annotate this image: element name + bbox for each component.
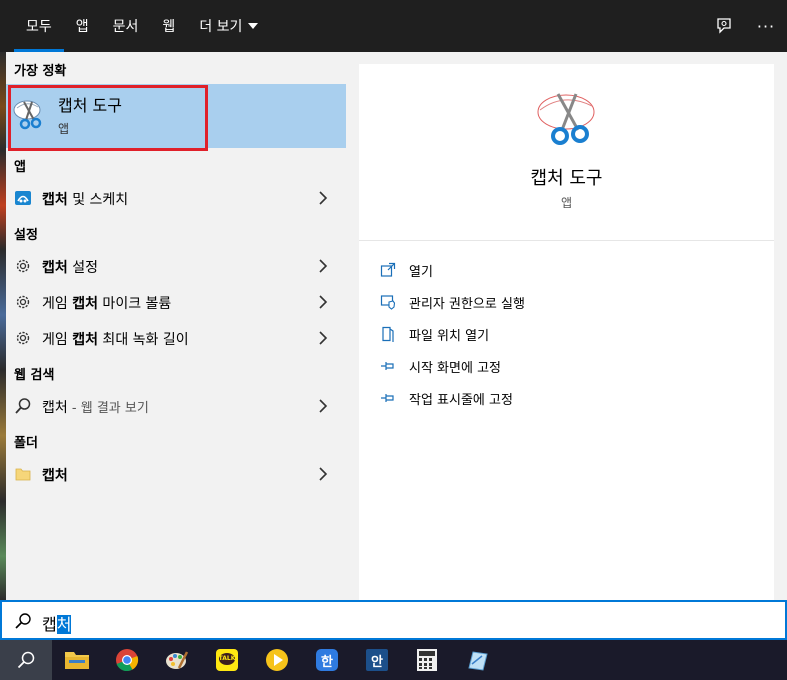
pin-icon: [379, 389, 397, 407]
search-box[interactable]: 캡처: [0, 600, 787, 640]
file-explorer-icon[interactable]: [52, 640, 102, 680]
taskbar: TALK 한 안: [0, 640, 787, 680]
snipping-tool-taskbar-icon[interactable]: [452, 640, 502, 680]
search-text-selected: 처: [56, 615, 72, 634]
list-item-label: 캡처 - 웹 결과 보기: [42, 400, 149, 416]
section-settings: 설정: [14, 228, 38, 243]
calculator-icon[interactable]: [402, 640, 452, 680]
action-pin-to-taskbar[interactable]: 작업 표시줄에 고정: [379, 386, 513, 410]
folder-icon: [14, 465, 32, 483]
list-item-label: 게임 캡처 마이크 볼륨: [42, 296, 172, 312]
tab-documents[interactable]: 문서: [101, 0, 151, 52]
list-item[interactable]: 캡처 및 스케치: [6, 180, 346, 216]
list-item-label: 캡처 설정: [42, 260, 98, 276]
snipping-tool-icon: [537, 93, 595, 145]
hangul-alt-icon[interactable]: 안: [352, 640, 402, 680]
action-run-as-admin[interactable]: 관리자 권한으로 실행: [379, 290, 525, 314]
kakaotalk-icon[interactable]: TALK: [202, 640, 252, 680]
preview-title: 캡처 도구: [530, 168, 603, 189]
preview-subtitle: 앱: [560, 196, 573, 210]
snip-sketch-icon: [14, 189, 32, 207]
section-folders: 폴더: [14, 436, 38, 451]
run-as-admin-icon: [379, 293, 397, 311]
filter-tabs: 모두 앱 문서 웹 더 보기: [14, 0, 270, 52]
best-match-subtitle: 앱: [58, 122, 70, 136]
search-icon: [15, 613, 31, 629]
list-item-label: 캡처: [42, 468, 68, 484]
snipping-tool-icon: [13, 100, 42, 130]
tab-all[interactable]: 모두: [14, 0, 64, 52]
tab-label: 문서: [112, 19, 139, 35]
chevron-down-icon: [248, 23, 259, 29]
action-label: 파일 위치 열기: [409, 328, 490, 344]
list-item[interactable]: 게임 캡처 마이크 볼륨: [6, 284, 346, 320]
hangul-label: 한: [321, 655, 333, 670]
open-icon: [379, 261, 397, 279]
section-web-search: 웹 검색: [14, 368, 55, 383]
action-open[interactable]: 열기: [379, 258, 433, 282]
search-icon: [14, 397, 32, 415]
media-player-icon[interactable]: [252, 640, 302, 680]
best-match-title: 캡처 도구: [58, 96, 122, 115]
pin-icon: [379, 357, 397, 375]
section-best-match: 가장 정확: [14, 64, 67, 79]
more-options-icon[interactable]: ···: [745, 0, 787, 52]
chevron-right-icon: [319, 191, 328, 205]
chevron-right-icon: [319, 295, 328, 309]
action-open-file-location[interactable]: 파일 위치 열기: [379, 322, 489, 346]
kakaotalk-label: TALK: [218, 655, 236, 662]
top-actions: ···: [703, 0, 787, 52]
action-label: 작업 표시줄에 고정: [409, 392, 513, 408]
list-item-label: 게임 캡처 최대 녹화 길이: [42, 332, 189, 348]
action-label: 관리자 권한으로 실행: [409, 296, 525, 312]
best-match-item[interactable]: 캡처 도구 앱: [6, 84, 346, 148]
list-item[interactable]: 캡처 설정: [6, 248, 346, 284]
chevron-right-icon: [319, 259, 328, 273]
section-apps: 앱: [14, 160, 26, 175]
paint-icon[interactable]: [152, 640, 202, 680]
action-label: 시작 화면에 고정: [409, 360, 501, 376]
list-item-label: 캡처 및 스케치: [42, 192, 129, 208]
search-filter-bar: 모두 앱 문서 웹 더 보기 ···: [0, 0, 787, 52]
search-input[interactable]: 캡처: [42, 611, 72, 635]
chevron-right-icon: [319, 467, 328, 481]
preview-panel: 캡처 도구 앱 열기 관리자 권한으로 실행 파일 위치 열기 시작 화면에 고…: [359, 64, 774, 600]
tab-more[interactable]: 더 보기: [187, 0, 270, 52]
tab-apps[interactable]: 앱: [64, 0, 101, 52]
action-pin-to-start[interactable]: 시작 화면에 고정: [379, 354, 501, 378]
tab-label: 앱: [75, 19, 89, 35]
gear-icon: [14, 257, 32, 275]
tab-web[interactable]: 웹: [150, 0, 187, 52]
list-item[interactable]: 캡처: [6, 456, 346, 492]
file-location-icon: [379, 325, 397, 343]
chevron-right-icon: [319, 331, 328, 345]
tab-label: 더 보기: [199, 19, 243, 35]
feedback-icon[interactable]: [703, 0, 745, 52]
results-panel: 가장 정확 캡처 도구 앱 앱 캡처 및 스케치 설정 캡처 설정 게임 캡처 …: [6, 52, 346, 600]
taskbar-search-button[interactable]: [0, 640, 52, 680]
hangul-alt-label: 안: [371, 655, 383, 670]
gear-icon: [14, 329, 32, 347]
tab-label: 웹: [162, 19, 176, 35]
gear-icon: [14, 293, 32, 311]
chrome-icon[interactable]: [102, 640, 152, 680]
list-item[interactable]: 게임 캡처 최대 녹화 길이: [6, 320, 346, 356]
chevron-right-icon: [319, 399, 328, 413]
search-icon: [17, 651, 35, 669]
action-label: 열기: [409, 264, 433, 280]
tab-label: 모두: [26, 19, 52, 35]
list-item[interactable]: 캡처 - 웹 결과 보기: [6, 388, 346, 424]
more-options-glyph: ···: [756, 16, 776, 36]
hangul-icon[interactable]: 한: [302, 640, 352, 680]
search-text: 캡: [42, 615, 57, 634]
divider: [359, 240, 774, 241]
